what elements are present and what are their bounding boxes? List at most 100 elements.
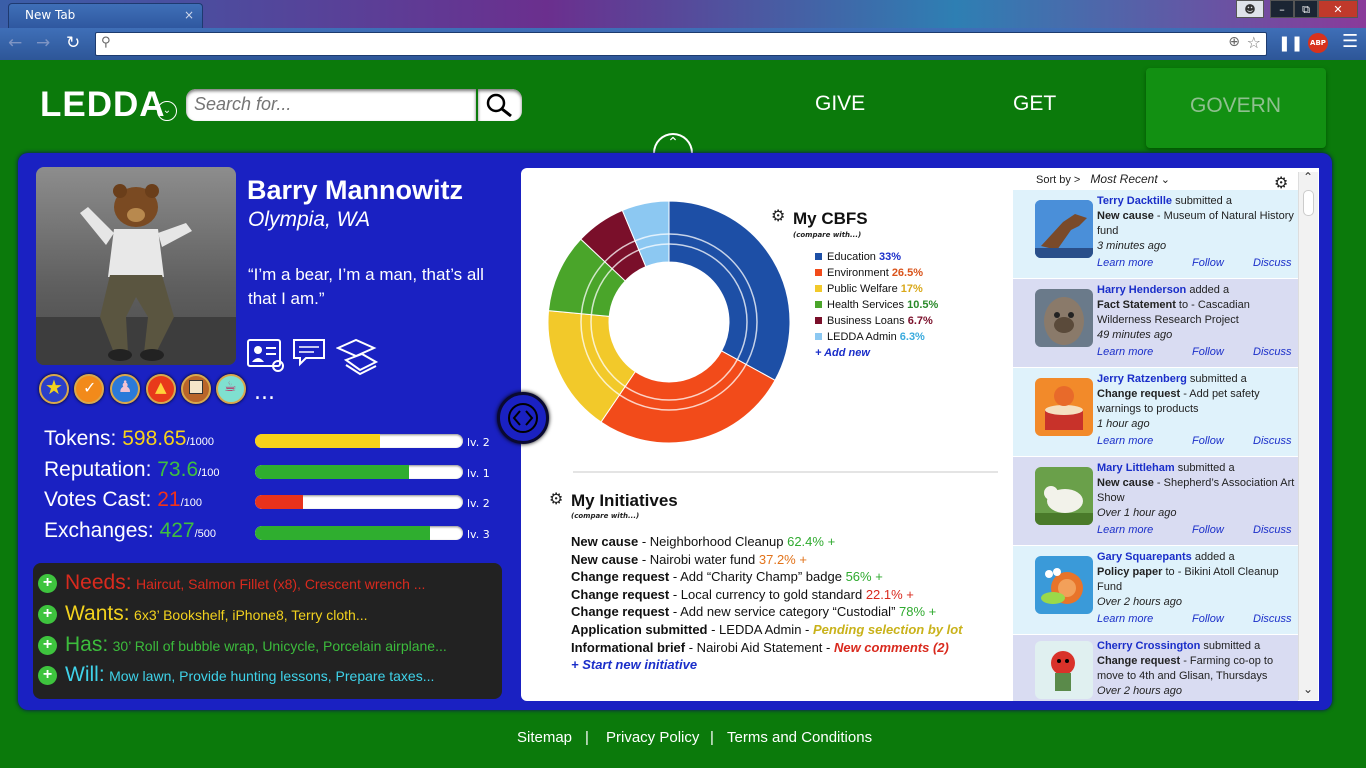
add-will-icon[interactable]: + [38,666,57,685]
tab-close-icon[interactable]: × [184,8,194,22]
nav-govern[interactable]: GOVERN [1146,68,1326,148]
discuss-link[interactable]: Discuss [1253,524,1292,536]
feed-item[interactable]: Terry Dacktille submitted a New cause - … [1013,190,1298,278]
collapse-up-icon[interactable]: ⌃ [653,133,693,155]
ledda-logo[interactable]: LEDDA [40,85,166,125]
discuss-link[interactable]: Discuss [1253,613,1292,625]
nav-give[interactable]: GIVE [815,92,865,116]
scroll-down-icon[interactable]: ⌄ [1303,682,1313,696]
legend-item[interactable]: LEDDA Admin 6.3% [815,329,938,345]
learn-more-link[interactable]: Learn more [1097,435,1153,447]
has-row[interactable]: + Has: 30’ Roll of bubble wrap, Unicycle,… [38,633,500,657]
legend-item[interactable]: Health Services 10.5% [815,297,938,313]
initiative-plus-icon[interactable]: + [796,552,807,567]
scroll-up-icon[interactable]: ⌃ [1303,170,1313,184]
initiatives-settings-gear-icon[interactable]: ⚙ [549,489,563,508]
zoom-icon[interactable]: ⊕ [1228,34,1240,50]
follow-link[interactable]: Follow [1192,346,1224,358]
discuss-link[interactable]: Discuss [1253,346,1292,358]
initiative-item[interactable]: New cause - Nairobi water fund 37.2% + [571,551,963,569]
messages-icon[interactable] [292,338,332,378]
feed-item[interactable]: Harry Henderson added a Fact Statement t… [1013,279,1298,367]
star-badge-icon[interactable]: ★ [39,374,69,404]
legend-item[interactable]: Environment 26.5% [815,265,938,281]
address-input[interactable] [118,33,1218,55]
learn-more-link[interactable]: Learn more [1097,524,1153,536]
restore-icon[interactable]: ⧉ [1294,0,1318,18]
feed-thumbnail[interactable] [1035,556,1093,614]
footer-sitemap-link[interactable]: Sitemap [517,729,572,746]
feed-user-link[interactable]: Harry Henderson [1097,284,1186,296]
add-new-cbfs-link[interactable]: + Add new [815,345,938,361]
will-row[interactable]: + Will: Mow lawn, Provide hunting lessons… [38,663,500,687]
add-need-icon[interactable]: + [38,574,57,593]
initiative-item[interactable]: New cause - Neighborhood Cleanup 62.4% + [571,533,963,551]
follow-link[interactable]: Follow [1192,435,1224,447]
search-input[interactable] [194,89,464,119]
minimize-icon[interactable]: – [1270,0,1294,18]
feed-user-link[interactable]: Mary Littleham [1097,462,1175,474]
initiatives-compare-link[interactable]: (compare with...) [571,512,639,520]
feed-sort[interactable]: Sort by > Most Recent ⌄ [1036,172,1170,186]
start-new-initiative-link[interactable]: + Start new initiative [571,656,963,674]
back-icon[interactable]: ← [8,33,22,53]
panel-toggle-button[interactable] [497,392,549,444]
learn-more-link[interactable]: Learn more [1097,613,1153,625]
follow-link[interactable]: Follow [1192,613,1224,625]
initiative-item[interactable]: Informational brief - Nairobi Aid Statem… [571,639,963,657]
initiative-plus-icon[interactable]: + [872,569,883,584]
feed-item[interactable]: Gary Squarepants added a Policy paper to… [1013,546,1298,634]
calendar-badge-icon[interactable] [181,374,211,404]
initiative-item[interactable]: Change request - Add “Charity Champ” bad… [571,568,963,586]
person-badge-icon[interactable]: ♟ [110,374,140,404]
feed-user-link[interactable]: Jerry Ratzenberg [1097,373,1187,385]
footer-terms-link[interactable]: Terms and Conditions [727,729,872,746]
legend-item[interactable]: Business Loans 6.7% [815,313,938,329]
initiative-item[interactable]: Application submitted - LEDDA Admin - Pe… [571,621,963,639]
feed-item[interactable]: Mary Littleham submitted a New cause - S… [1013,457,1298,545]
feed-thumbnail[interactable] [1035,289,1093,347]
feed-user-link[interactable]: Gary Squarepants [1097,551,1192,563]
cbfs-compare-link[interactable]: (compare with...) [793,231,861,239]
fire-badge-icon[interactable]: ▲ [146,374,176,404]
donut-slice-education[interactable] [668,200,791,381]
browser-tab[interactable]: New Tab × [8,3,203,28]
follow-link[interactable]: Follow [1192,257,1224,269]
feed-thumbnail[interactable] [1035,641,1093,699]
cbfs-settings-gear-icon[interactable]: ⚙ [771,206,785,225]
add-has-icon[interactable]: + [38,636,57,655]
initiative-plus-icon[interactable]: + [903,587,914,602]
wants-row[interactable]: + Wants: 6x3’ Bookshelf, iPhone8, Terry c… [38,602,500,626]
initiative-plus-icon[interactable]: + [925,604,937,619]
initiative-item[interactable]: Change request - Add new service categor… [571,603,963,621]
close-window-icon[interactable]: ✕ [1318,0,1358,18]
legend-item[interactable]: Education 33% [815,249,938,265]
feed-user-link[interactable]: Terry Dacktille [1097,195,1172,207]
feed-user-link[interactable]: Cherry Crossington [1097,640,1200,652]
education-icon[interactable] [335,338,380,380]
forward-icon[interactable]: → [36,33,50,53]
cup-badge-icon[interactable]: ☕ [216,374,246,404]
profile-settings-icon[interactable] [246,338,286,378]
learn-more-link[interactable]: Learn more [1097,346,1153,358]
sort-chevron-down-icon[interactable]: ⌄ [1161,174,1170,186]
initiative-item[interactable]: Change request - Local currency to gold … [571,586,963,604]
nav-get[interactable]: GET [1013,92,1056,116]
reload-icon[interactable]: ↻ [66,33,80,53]
scrollbar-thumb[interactable] [1303,190,1314,216]
logo-dropdown-chevron-icon[interactable]: ⌄ [157,101,177,121]
menu-icon[interactable]: ☰ [1342,31,1358,52]
feed-item[interactable]: Jerry Ratzenberg submitted a Change requ… [1013,368,1298,456]
initiative-status[interactable]: New comments (2) [834,640,949,655]
badges-more[interactable]: ... [254,380,275,405]
user-profile-icon[interactable]: ☻ [1236,0,1264,18]
discuss-link[interactable]: Discuss [1253,257,1292,269]
checkmark-badge-icon[interactable]: ✓ [74,374,104,404]
follow-link[interactable]: Follow [1192,524,1224,536]
learn-more-link[interactable]: Learn more [1097,257,1153,269]
feed-thumbnail[interactable] [1035,200,1093,258]
search-field[interactable] [186,89,476,121]
feed-scrollbar[interactable]: ⌃ ⌄ [1298,170,1318,700]
address-bar[interactable]: ⚲ ⊕ ☆ [95,32,1267,56]
extension-icon[interactable]: ❚❚ [1278,34,1303,52]
